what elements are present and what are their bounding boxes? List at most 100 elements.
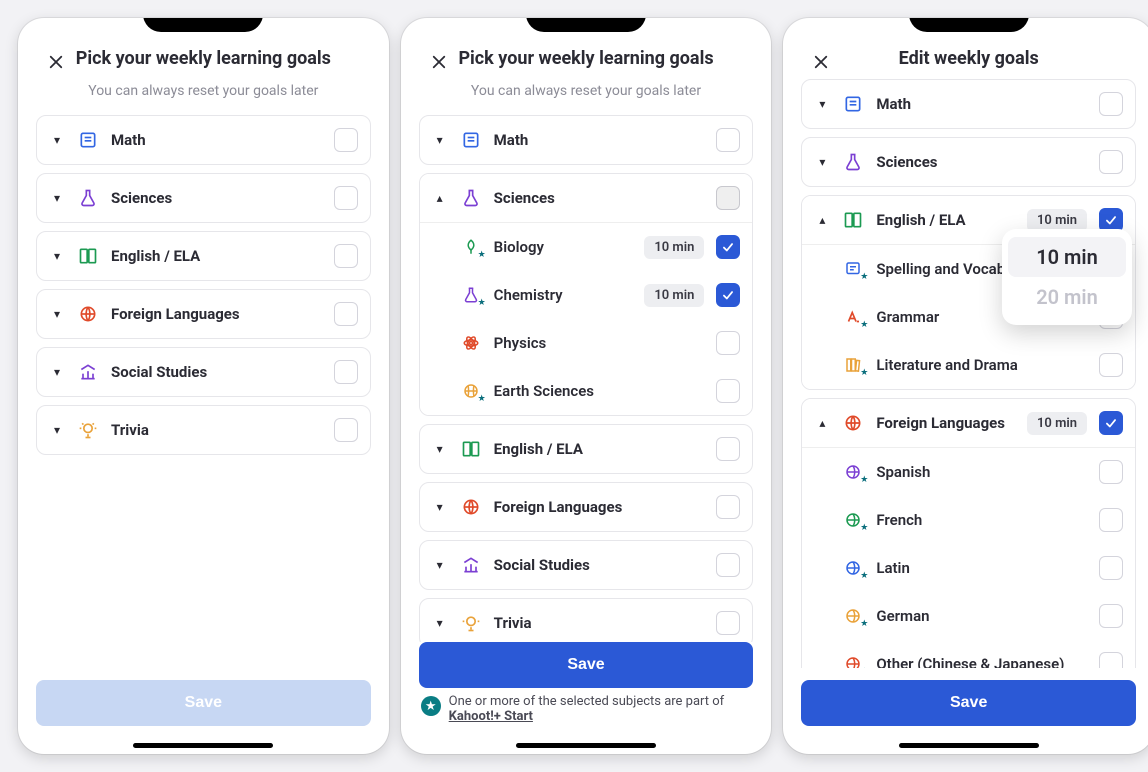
subject-group-sciences: ▴ Sciences ★ Biology 10 min <box>419 173 754 416</box>
phone-screen-3: Edit weekly goals ▾ Math ▾ Sciences <box>783 18 1148 754</box>
checkbox-latin[interactable] <box>1099 556 1123 580</box>
picker-option-10[interactable]: 10 min <box>1008 237 1126 277</box>
english-icon <box>842 209 864 231</box>
subtopic-label: Chemistry <box>494 286 633 304</box>
subtopic-label: Earth Sciences <box>494 382 705 400</box>
german-icon: ★ <box>842 605 864 627</box>
checkbox-english[interactable] <box>716 437 740 461</box>
duration-picker[interactable]: 10 min 20 min <box>1002 229 1132 325</box>
subject-row-foreign[interactable]: ▾ Foreign Languages <box>36 289 371 339</box>
subtopic-row-spanish[interactable]: ★ Spanish <box>802 448 1135 496</box>
checkbox-math[interactable] <box>334 128 358 152</box>
checkbox-chemistry[interactable] <box>716 283 740 307</box>
subject-label: English / ELA <box>111 247 322 265</box>
subject-row-sciences[interactable]: ▾ Sciences <box>36 173 371 223</box>
subject-row-sciences[interactable]: ▾ Sciences <box>801 137 1136 187</box>
subject-label: Math <box>494 131 705 149</box>
subtopic-label: French <box>876 511 1087 529</box>
chevron-down-icon: ▾ <box>814 96 830 112</box>
picker-option-20[interactable]: 20 min <box>1008 277 1126 317</box>
star-badge-icon: ★ <box>421 696 441 716</box>
checkbox-trivia[interactable] <box>716 611 740 635</box>
checkbox-physics[interactable] <box>716 331 740 355</box>
checkbox-math[interactable] <box>1099 92 1123 116</box>
trivia-icon <box>460 612 482 634</box>
subject-label: Foreign Languages <box>111 305 322 323</box>
subject-row-social[interactable]: ▾ Social Studies <box>419 540 754 590</box>
math-icon <box>77 129 99 151</box>
checkbox-sciences[interactable] <box>1099 150 1123 174</box>
save-button[interactable]: Save <box>801 680 1136 726</box>
checkbox-english[interactable] <box>334 244 358 268</box>
page-title: Pick your weekly learning goals <box>38 48 369 69</box>
duration-pill[interactable]: 10 min <box>644 236 704 259</box>
literature-icon: ★ <box>842 354 864 376</box>
checkbox-social[interactable] <box>334 360 358 384</box>
subtopic-label: German <box>876 607 1087 625</box>
subject-row-math[interactable]: ▾ Math <box>36 115 371 165</box>
subject-row-english[interactable]: ▾ English / ELA <box>36 231 371 281</box>
checkbox-math[interactable] <box>716 128 740 152</box>
subtopic-row-literature[interactable]: ★ Literature and Drama <box>802 341 1135 389</box>
chemistry-icon: ★ <box>460 284 482 306</box>
duration-pill[interactable]: 10 min <box>644 284 704 307</box>
save-button[interactable]: Save <box>36 680 371 726</box>
subject-label: Social Studies <box>111 363 322 381</box>
subject-row-foreign[interactable]: ▴ Foreign Languages 10 min <box>802 399 1135 448</box>
checkbox-spanish[interactable] <box>1099 460 1123 484</box>
other-languages-icon: ★ <box>842 653 864 668</box>
chevron-down-icon: ▾ <box>432 499 448 515</box>
subtopic-row-biology[interactable]: ★ Biology 10 min <box>420 223 753 271</box>
subject-row-trivia[interactable]: ▾ Trivia <box>36 405 371 455</box>
subtopic-row-physics[interactable]: Physics <box>420 319 753 367</box>
checkbox-foreign[interactable] <box>334 302 358 326</box>
checkbox-foreign[interactable] <box>716 495 740 519</box>
checkbox-biology[interactable] <box>716 235 740 259</box>
save-button[interactable]: Save <box>419 642 754 688</box>
checkbox-other-lang[interactable] <box>1099 652 1123 668</box>
checkbox-earth[interactable] <box>716 379 740 403</box>
subject-row-sciences[interactable]: ▴ Sciences <box>420 174 753 223</box>
subject-label: Math <box>876 95 1087 113</box>
phone-screen-1: Pick your weekly learning goals You can … <box>18 18 389 754</box>
subject-row-math[interactable]: ▾ Math <box>419 115 754 165</box>
english-icon <box>460 438 482 460</box>
checkbox-french[interactable] <box>1099 508 1123 532</box>
subject-row-social[interactable]: ▾ Social Studies <box>36 347 371 397</box>
duration-pill[interactable]: 10 min <box>1027 412 1087 435</box>
subject-row-english[interactable]: ▾ English / ELA <box>419 424 754 474</box>
subtopic-row-chemistry[interactable]: ★ Chemistry 10 min <box>420 271 753 319</box>
subtopic-row-other-lang[interactable]: ★ Other (Chinese & Japanese) <box>802 640 1135 668</box>
subject-label: Trivia <box>494 614 705 632</box>
chevron-up-icon: ▴ <box>432 190 448 206</box>
note-link[interactable]: Kahoot!+ Start <box>449 709 533 724</box>
checkbox-german[interactable] <box>1099 604 1123 628</box>
chevron-down-icon: ▾ <box>49 248 65 264</box>
checkbox-social[interactable] <box>716 553 740 577</box>
subject-label: Social Studies <box>494 556 705 574</box>
checkbox-literature[interactable] <box>1099 353 1123 377</box>
subtopic-row-latin[interactable]: ★ Latin <box>802 544 1135 592</box>
chevron-up-icon: ▴ <box>814 212 830 228</box>
subject-row-foreign[interactable]: ▾ Foreign Languages <box>419 482 754 532</box>
premium-note: ★ One or more of the selected subjects a… <box>401 688 772 754</box>
subtopic-label: Literature and Drama <box>876 356 1087 374</box>
close-button[interactable] <box>425 48 453 76</box>
subtopic-row-german[interactable]: ★ German <box>802 592 1135 640</box>
social-studies-icon <box>460 554 482 576</box>
checkbox-sciences[interactable] <box>334 186 358 210</box>
subtopic-row-earth[interactable]: ★ Earth Sciences <box>420 367 753 415</box>
sciences-icon <box>77 187 99 209</box>
english-icon <box>77 245 99 267</box>
subtopic-row-french[interactable]: ★ French <box>802 496 1135 544</box>
phone-screen-2: Pick your weekly learning goals You can … <box>401 18 772 754</box>
checkbox-trivia[interactable] <box>334 418 358 442</box>
subject-label: Sciences <box>876 153 1087 171</box>
latin-icon: ★ <box>842 557 864 579</box>
checkbox-sciences[interactable] <box>716 186 740 210</box>
close-button[interactable] <box>42 48 70 76</box>
chevron-down-icon: ▾ <box>432 557 448 573</box>
subject-row-trivia[interactable]: ▾ Trivia <box>419 598 754 642</box>
checkbox-foreign[interactable] <box>1099 411 1123 435</box>
subject-row-math[interactable]: ▾ Math <box>801 79 1136 129</box>
